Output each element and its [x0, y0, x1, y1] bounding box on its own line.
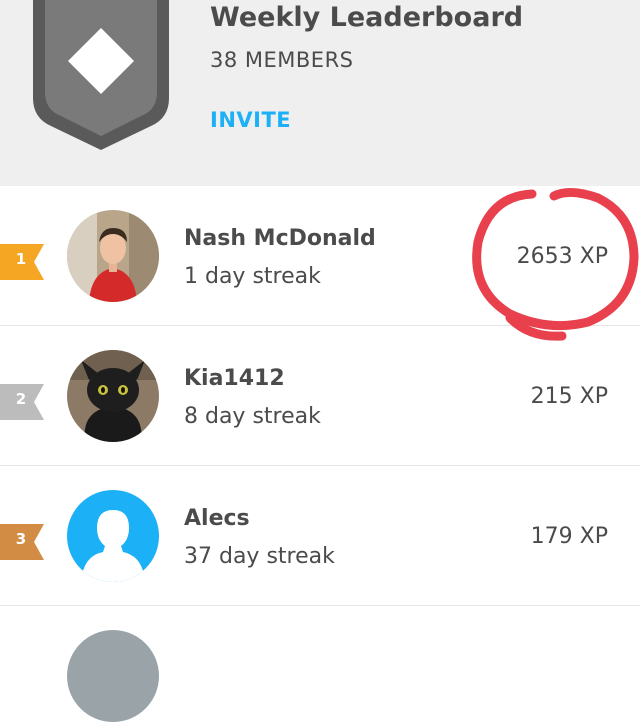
user-avatar-photo[interactable]: [67, 630, 159, 722]
leaderboard-row-4-partial[interactable]: [0, 606, 640, 722]
leaderboard-row-2[interactable]: 2 Kia1412 8 day streak 215 XP: [0, 326, 640, 466]
user-name[interactable]: Nash McDonald: [184, 226, 376, 251]
user-name[interactable]: Kia1412: [184, 366, 285, 391]
streak-text: 37 day streak: [184, 544, 335, 569]
xp-value: 2653 XP: [516, 244, 608, 269]
xp-value: 215 XP: [530, 384, 608, 409]
leaderboard-list: 1 Nash McDonald 1 day streak 2653 XP 2 K…: [0, 186, 640, 722]
diamond-shield-icon: [33, 0, 169, 150]
rank-number: 1: [15, 250, 27, 268]
rank-number: 3: [15, 530, 27, 548]
user-name[interactable]: Alecs: [184, 506, 250, 531]
leaderboard-row-3[interactable]: 3 Alecs 37 day streak 179 XP: [0, 466, 640, 606]
streak-text: 1 day streak: [184, 264, 321, 289]
leaderboard-row-1[interactable]: 1 Nash McDonald 1 day streak 2653 XP: [0, 186, 640, 326]
leaderboard-title: Weekly Leaderboard: [210, 2, 524, 33]
default-user-silhouette-icon[interactable]: [67, 490, 159, 582]
user-avatar-photo[interactable]: [67, 210, 159, 302]
invite-button[interactable]: INVITE: [210, 108, 291, 132]
streak-text: 8 day streak: [184, 404, 321, 429]
leaderboard-header: Weekly Leaderboard 38 MEMBERS INVITE: [0, 0, 640, 186]
members-count: 38 MEMBERS: [210, 48, 354, 72]
rank-number: 2: [15, 390, 27, 408]
user-avatar-photo[interactable]: [67, 350, 159, 442]
xp-value: 179 XP: [530, 524, 608, 549]
